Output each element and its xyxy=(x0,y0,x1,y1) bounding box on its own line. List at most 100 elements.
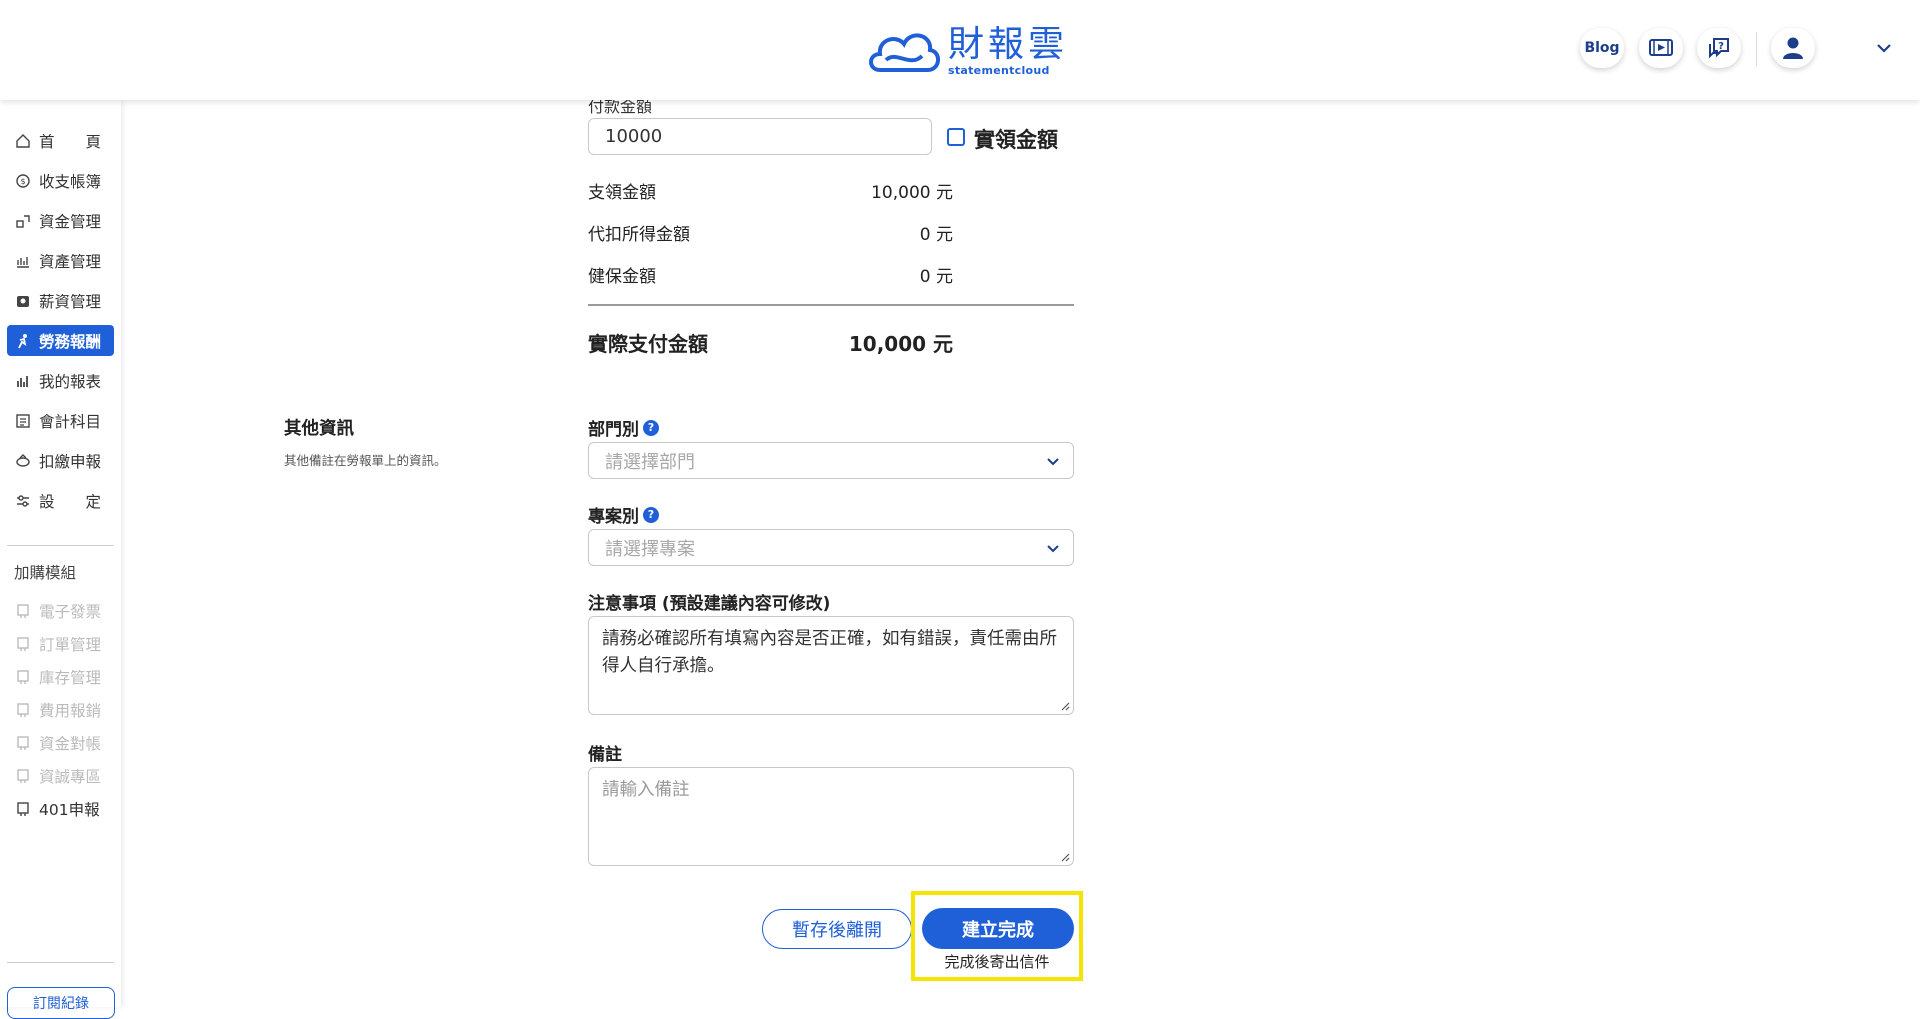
gross-amount-label: 支領金額 xyxy=(588,183,656,203)
health-insurance-value: 0 元 xyxy=(919,267,953,287)
sidebar-item-ledger[interactable]: $ 收支帳簿 xyxy=(7,165,114,196)
sidebar-item-label: 首 頁 xyxy=(39,132,102,151)
sidebar-item-label: 設 定 xyxy=(39,492,102,511)
remark-textarea[interactable]: 請輸入備註 xyxy=(588,767,1074,866)
sidebar-item-label: 401申報 xyxy=(39,800,100,819)
sidebar-item-label: 我的報表 xyxy=(39,372,102,391)
help-chat-button[interactable]: ? xyxy=(1697,28,1741,68)
sidebar-item-label: 資金對帳 xyxy=(39,734,102,753)
sidebar-item-settings[interactable]: 設 定 xyxy=(7,485,114,516)
remark-label: 備註 xyxy=(588,745,622,765)
sidebar-item-tax[interactable]: 扣繳申報 xyxy=(7,445,114,476)
sidebar-item-accounts[interactable]: 會計科目 xyxy=(7,405,114,436)
sidebar-addon-401[interactable]: 401申報 xyxy=(7,793,114,824)
subscription-button[interactable]: 訂閱紀錄 xyxy=(7,987,115,1019)
sidebar-addon-orders[interactable]: 訂單管理 xyxy=(7,628,114,659)
project-label-text: 專案別 xyxy=(588,507,639,527)
sidebar-addon-pwc[interactable]: 資誠專區 xyxy=(7,760,114,791)
create-button[interactable]: 建立完成 xyxy=(922,908,1074,949)
project-placeholder: 請選擇專案 xyxy=(605,538,695,560)
sidebar-item-reports[interactable]: 我的報表 xyxy=(7,365,114,396)
chevron-down-icon xyxy=(1047,458,1059,466)
total-divider xyxy=(588,304,1074,306)
sidebar-addon-einvoice[interactable]: 電子發票 xyxy=(7,595,114,626)
sidebar-item-label: 勞務報酬 xyxy=(39,332,102,351)
sidebar-item-label: 收支帳簿 xyxy=(39,172,102,191)
svg-text:?: ? xyxy=(1718,41,1724,52)
sidebar-item-label: 資金管理 xyxy=(39,212,102,231)
project-select[interactable]: 請選擇專案 xyxy=(588,529,1074,566)
labor-icon xyxy=(14,332,32,350)
sidebar-item-label: 庫存管理 xyxy=(39,668,102,687)
user-avatar-button[interactable] xyxy=(1771,28,1815,68)
sidebar-item-label: 訂單管理 xyxy=(39,635,102,654)
lock-icon xyxy=(14,602,32,620)
save-draft-label: 暫存後離開 xyxy=(792,920,882,941)
sidebar-item-home[interactable]: 首 頁 xyxy=(7,125,114,156)
resize-handle-icon[interactable] xyxy=(1060,701,1070,711)
sidebar-item-label: 會計科目 xyxy=(39,412,102,431)
lock-icon xyxy=(14,668,32,686)
notice-value: 請務必確認所有填寫內容是否正確，如有錯誤，責任需由所得人自行承擔。 xyxy=(602,629,1057,676)
amount-input[interactable]: 10000 xyxy=(588,118,932,155)
sidebar-divider xyxy=(7,962,114,963)
sidebar-item-labor[interactable]: 勞務報酬 xyxy=(7,325,114,356)
gross-amount-value: 10,000 元 xyxy=(871,183,953,203)
top-header: 財報雲 statementcloud Blog ? xyxy=(0,0,1920,100)
report-icon xyxy=(14,372,32,390)
help-icon[interactable]: ? xyxy=(643,419,659,436)
sidebar: 首 頁 $ 收支帳簿 資金管理 資產管理 薪資管理 勞務報酬 我的報表 會計科目… xyxy=(0,100,121,1019)
health-insurance-label: 健保金額 xyxy=(588,267,656,287)
chevron-down-icon xyxy=(1047,545,1059,553)
department-select[interactable]: 請選擇部門 xyxy=(588,442,1074,479)
chevron-down-icon[interactable] xyxy=(1872,36,1896,60)
sidebar-item-label: 費用報銷 xyxy=(39,701,102,720)
tax-icon xyxy=(14,452,32,470)
brand-logo[interactable]: 財報雲 statementcloud xyxy=(866,24,1068,78)
video-guide-button[interactable] xyxy=(1639,28,1683,68)
amount-value: 10000 xyxy=(605,126,663,147)
withholding-label: 代扣所得金額 xyxy=(588,225,690,245)
blog-button[interactable]: Blog xyxy=(1580,28,1624,68)
sidebar-item-label: 電子發票 xyxy=(39,602,102,621)
save-draft-button[interactable]: 暫存後離開 xyxy=(762,909,912,949)
total-value: 10,000 元 xyxy=(848,332,953,356)
main-content: 付款金額 10000 實領金額 支領金額 10,000 元 代扣所得金額 0 元… xyxy=(121,97,1920,1007)
funds-icon xyxy=(14,212,32,230)
payroll-icon xyxy=(14,292,32,310)
sidebar-addon-expenses[interactable]: 費用報銷 xyxy=(7,694,114,725)
sidebar-addon-reconcile[interactable]: 資金對帳 xyxy=(7,727,114,758)
sidebar-item-label: 資誠專區 xyxy=(39,767,102,786)
brand-subname: statementcloud xyxy=(948,63,1050,77)
resize-handle-icon[interactable] xyxy=(1060,852,1070,862)
total-label: 實際支付金額 xyxy=(588,332,708,356)
withholding-value: 0 元 xyxy=(919,225,953,245)
other-info-title: 其他資訊 xyxy=(284,419,354,439)
actual-amount-label: 實領金額 xyxy=(974,128,1058,152)
notice-label: 注意事項 (預設建議內容可修改) xyxy=(588,594,831,614)
sidebar-addon-inventory[interactable]: 庫存管理 xyxy=(7,661,114,692)
sidebar-item-assets[interactable]: 資產管理 xyxy=(7,245,114,276)
lock-icon xyxy=(14,734,32,752)
lock-icon xyxy=(14,635,32,653)
sidebar-item-payroll[interactable]: 薪資管理 xyxy=(7,285,114,316)
project-label: 專案別 ? xyxy=(588,502,659,527)
actual-amount-checkbox[interactable] xyxy=(947,128,965,146)
create-note: 完成後寄出信件 xyxy=(944,953,1050,971)
settings-icon xyxy=(14,492,32,510)
help-icon[interactable]: ? xyxy=(643,506,659,523)
lock-icon xyxy=(14,767,32,785)
department-placeholder: 請選擇部門 xyxy=(605,451,695,473)
department-label: 部門別 ? xyxy=(588,415,659,440)
notice-textarea[interactable]: 請務必確認所有填寫內容是否正確，如有錯誤，責任需由所得人自行承擔。 xyxy=(588,616,1074,715)
sidebar-item-label: 扣繳申報 xyxy=(39,452,102,471)
cloud-logo-icon xyxy=(869,33,940,72)
addon-section-label: 加購模組 xyxy=(14,564,77,582)
blog-label: Blog xyxy=(1584,40,1620,56)
sidebar-divider xyxy=(7,545,114,546)
svg-text:$: $ xyxy=(20,177,25,186)
ledger-icon: $ xyxy=(14,172,32,190)
create-label: 建立完成 xyxy=(962,919,1034,941)
accounts-icon xyxy=(14,412,32,430)
sidebar-item-funds[interactable]: 資金管理 xyxy=(7,205,114,236)
